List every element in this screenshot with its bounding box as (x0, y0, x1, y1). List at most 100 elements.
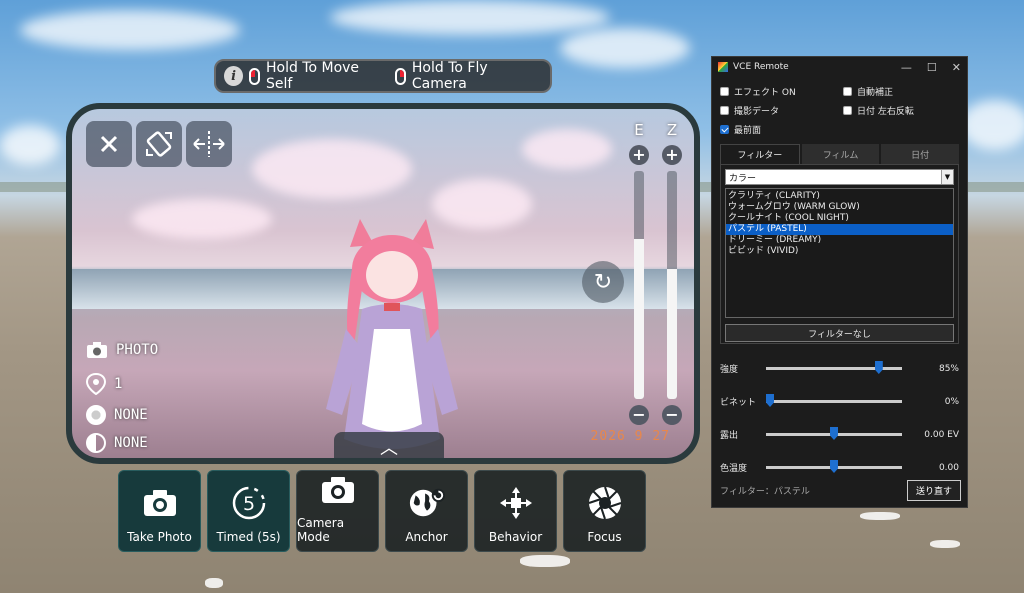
camera-viewfinder[interactable]: PHOTO 1 NONE NONE ↻ E + − Z + − 2026 9 2… (66, 103, 700, 464)
anchor-button[interactable]: Anchor (385, 470, 468, 552)
checkbox-shooting-data[interactable]: 撮影データ (720, 104, 843, 117)
zoom-plus-button[interactable]: + (662, 145, 682, 165)
slider-track[interactable] (766, 460, 902, 473)
checkbox-auto-correct[interactable]: 自動補正 (843, 85, 966, 98)
timed-photo-label: Timed (5s) (216, 530, 281, 544)
resend-button[interactable]: 送り直す (906, 480, 961, 501)
slider-label: ビネット (720, 398, 757, 408)
window-titlebar[interactable]: VCE Remote — ☐ ✕ (712, 57, 967, 77)
avatar-figure (326, 219, 458, 449)
ground-splash (205, 578, 223, 588)
zoom-track[interactable] (667, 171, 677, 399)
filter-listbox[interactable]: クラリティ (CLARITY) ウォームグロウ (WARM GLOW) クールナイト… (725, 188, 954, 318)
expand-panel-button[interactable]: ︿ (334, 432, 444, 458)
checkbox-auto-correct-box[interactable] (843, 87, 852, 96)
reset-icon: ↻ (593, 269, 613, 295)
focus-label: Focus (587, 530, 622, 544)
focus-button[interactable]: Focus (563, 470, 646, 552)
filter-panel: カラー ▼ クラリティ (CLARITY) ウォームグロウ (WARM GLOW)… (720, 164, 959, 344)
adjustment-slider-row: 強度 85% (712, 352, 967, 385)
checkbox-effect-on[interactable]: エフェクト ON (720, 85, 843, 98)
control-hint-bar: i Hold To Move Self Hold To Fly Camera (214, 59, 552, 93)
checkbox-date-mirror-label: 日付 左右反転 (857, 107, 914, 117)
zoom-minus-button[interactable]: − (662, 405, 682, 425)
take-photo-button[interactable]: Take Photo (118, 470, 201, 552)
adjustment-slider-row: ビネット 0% (712, 385, 967, 418)
location-pin-icon (86, 373, 106, 395)
checkbox-effect-on-label: エフェクト ON (734, 88, 796, 98)
filter-list-item[interactable]: ドリーミー (DREAMY) (726, 235, 953, 246)
checkbox-always-on-top[interactable]: 最前面 (720, 123, 843, 136)
checkbox-auto-correct-label: 自動補正 (857, 88, 894, 98)
current-filter-status: フィルター：パステル (720, 487, 810, 497)
reset-view-button[interactable]: ↻ (582, 261, 624, 303)
camera-icon (319, 471, 357, 508)
camera-mode-button[interactable]: Camera Mode (296, 470, 379, 552)
exposure-track[interactable] (634, 171, 644, 399)
tab-film[interactable]: フィルム (801, 144, 880, 164)
close-icon (100, 135, 118, 153)
exposure-slider[interactable]: E + − (628, 121, 650, 425)
exposure-minus-button[interactable]: − (629, 405, 649, 425)
filter-category-select[interactable]: カラー ▼ (725, 169, 954, 185)
filter-toggle-icon (86, 433, 106, 453)
slider-label: 強度 (720, 365, 739, 375)
camera-icon (141, 484, 179, 522)
exposure-slider-label: E (634, 121, 644, 139)
rotate-orientation-button[interactable] (136, 121, 182, 167)
timer-5-icon: 5 (230, 484, 268, 522)
camera-mode-label: Camera Mode (297, 516, 345, 544)
close-viewfinder-button[interactable] (86, 121, 132, 167)
close-icon[interactable]: ✕ (952, 61, 961, 74)
checkbox-always-on-top-box[interactable] (720, 125, 729, 134)
viewfinder-cloud (522, 129, 612, 169)
effect-indicator: NONE (86, 405, 148, 425)
no-filter-button[interactable]: フィルターなし (725, 324, 954, 342)
filter-category-value: カラー (729, 173, 757, 184)
exposure-plus-button[interactable]: + (629, 145, 649, 165)
tab-date[interactable]: 日付 (881, 144, 960, 164)
app-logo-icon (718, 62, 728, 72)
effect-label: NONE (114, 407, 148, 423)
slider-track[interactable] (766, 427, 902, 440)
checkbox-date-mirror[interactable]: 日付 左右反転 (843, 104, 966, 117)
window-footer: フィルター：パステル 送り直す (720, 480, 961, 501)
exposure-fill (634, 239, 644, 399)
chevron-down-icon[interactable]: ▼ (941, 170, 953, 184)
filter-list-item[interactable]: ビビッド (VIVID) (726, 246, 953, 257)
slider-thumb[interactable] (766, 394, 774, 407)
timed-photo-button[interactable]: 5 Timed (5s) (207, 470, 290, 552)
move-arrows-icon (497, 484, 535, 522)
behavior-button[interactable]: Behavior (474, 470, 557, 552)
slider-thumb[interactable] (830, 460, 838, 473)
slider-track[interactable] (766, 361, 902, 374)
filter-indicator: NONE (86, 433, 148, 453)
slider-thumb[interactable] (874, 361, 883, 374)
flip-horizontal-button[interactable] (186, 121, 232, 167)
zoom-slider-label: Z (666, 121, 678, 139)
mode-label: PHOTO (116, 342, 159, 358)
take-photo-label: Take Photo (127, 530, 192, 544)
adjustment-slider-row: 露出 0.00 EV (712, 418, 967, 451)
rotate-device-icon (146, 131, 172, 157)
ground-splash (930, 540, 960, 548)
sky-cloud (330, 0, 610, 35)
filter-list-item[interactable]: クールナイト (COOL NIGHT) (726, 213, 953, 224)
checkbox-shooting-data-box[interactable] (720, 106, 729, 115)
slider-thumb[interactable] (830, 427, 838, 440)
slider-track[interactable] (766, 394, 902, 407)
maximize-icon[interactable]: ☐ (927, 61, 937, 74)
filter-label: NONE (114, 435, 148, 451)
vce-remote-window: VCE Remote — ☐ ✕ エフェクト ON 自動補正 撮影データ 日付 … (711, 56, 968, 508)
ground-splash (520, 555, 570, 567)
camera-icon (87, 342, 107, 358)
zoom-slider[interactable]: Z + − (661, 121, 683, 425)
filter-list-item[interactable]: クラリティ (CLARITY) (726, 191, 953, 202)
minimize-icon[interactable]: — (901, 61, 912, 74)
filter-list-item[interactable]: ウォームグロウ (WARM GLOW) (726, 202, 953, 213)
tab-filter[interactable]: フィルター (720, 144, 800, 164)
sky-cloud (20, 10, 240, 50)
checkbox-effect-on-box[interactable] (720, 87, 729, 96)
filter-list-item[interactable]: パステル (PASTEL) (726, 224, 953, 235)
checkbox-date-mirror-box[interactable] (843, 106, 852, 115)
